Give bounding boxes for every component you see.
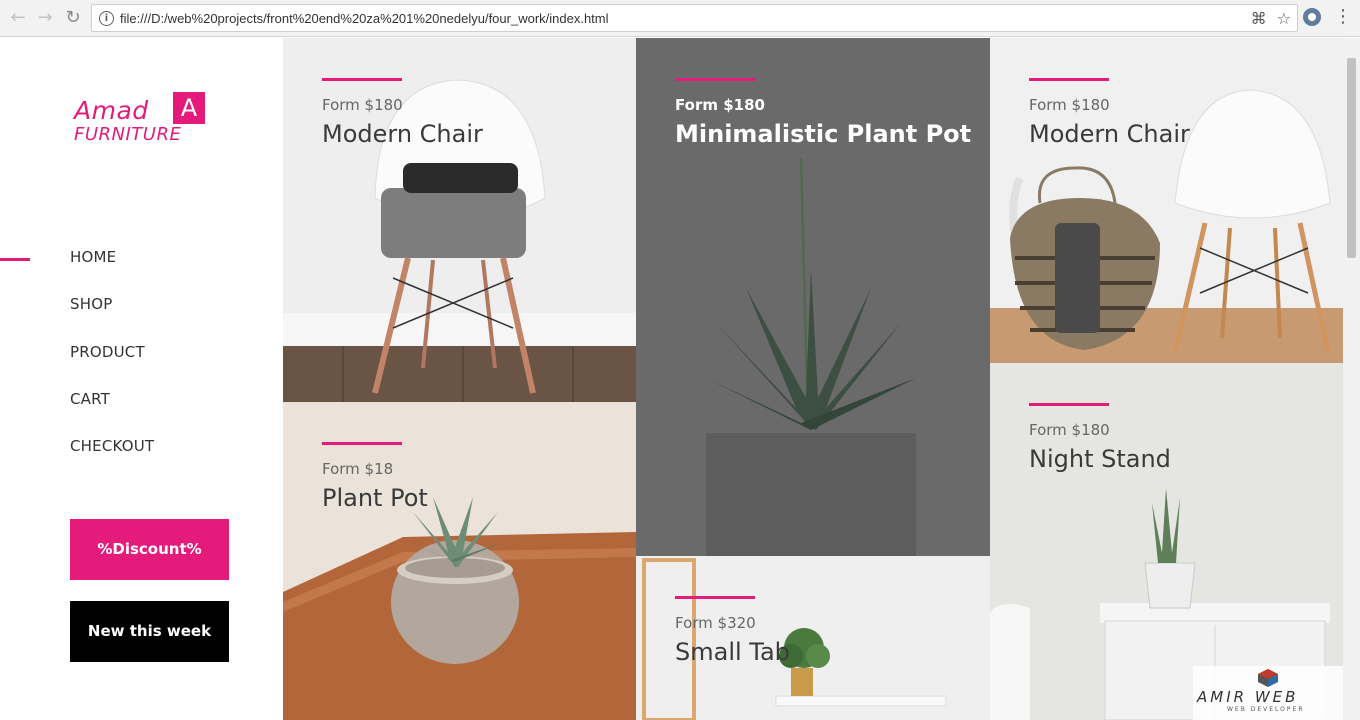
sidebar: Amad A FURNITURE HOME SHOP PRODUCT CART …: [0, 38, 283, 720]
cube-logo-icon: [1258, 669, 1278, 687]
product-price: Form $320: [675, 614, 756, 632]
forward-icon[interactable]: →: [35, 8, 55, 28]
product-tile-minimalistic-plant-pot[interactable]: Form $180 Minimalistic Plant Pot: [636, 38, 990, 556]
vertical-scrollbar[interactable]: [1343, 38, 1360, 720]
accent-rule: [1029, 403, 1109, 406]
product-name: Modern Chair: [1029, 120, 1190, 148]
reload-icon[interactable]: ↻: [63, 8, 83, 28]
product-tile-modern-chair[interactable]: Form $180 Modern Chair: [283, 38, 636, 402]
product-name: Plant Pot: [322, 484, 428, 512]
product-tile-modern-chair-2[interactable]: Form $180 Modern Chair: [990, 38, 1343, 363]
product-name: Minimalistic Plant Pot: [675, 120, 972, 148]
nav-item-cart[interactable]: CART: [70, 390, 154, 437]
product-tile-small-table[interactable]: Form $320 Small Tab: [636, 556, 990, 720]
discount-button[interactable]: %Discount%: [70, 519, 229, 580]
logo-mark: A: [173, 92, 205, 124]
logo-amad: Amad: [74, 96, 149, 125]
watermark-subtitle: WEB DEVELOPER: [1227, 706, 1305, 713]
nav-item-product[interactable]: PRODUCT: [70, 343, 154, 390]
product-price: Form $180: [1029, 421, 1110, 439]
address-bar[interactable]: i file:///D:/web%20projects/front%20end%…: [91, 4, 1298, 32]
product-price: Form $180: [1029, 96, 1110, 114]
accent-rule: [322, 78, 402, 81]
extension-icon[interactable]: [1303, 8, 1321, 26]
accent-rule: [675, 596, 755, 599]
product-price: Form $18: [322, 460, 394, 478]
logo-furniture: FURNITURE: [74, 124, 182, 145]
nav-item-home[interactable]: HOME: [70, 248, 154, 295]
product-name: Small Tab: [675, 638, 790, 666]
product-price: Form $180: [675, 96, 765, 114]
logo[interactable]: Amad A FURNITURE: [74, 90, 214, 150]
accent-rule: [1029, 78, 1109, 81]
accent-rule: [675, 78, 755, 81]
star-icon[interactable]: ☆: [1277, 9, 1291, 28]
url-text[interactable]: file:///D:/web%20projects/front%20end%20…: [120, 11, 609, 26]
nav-active-indicator: [0, 258, 30, 261]
browser-toolbar: ← → ↻ i file:///D:/web%20projects/front%…: [0, 0, 1360, 37]
product-price: Form $180: [322, 96, 403, 114]
translate-icon[interactable]: ⌘: [1251, 9, 1267, 28]
watermark-title: AMIR WEB: [1197, 688, 1299, 706]
back-icon[interactable]: ←: [8, 8, 28, 28]
accent-rule: [322, 442, 402, 445]
scroll-thumb[interactable]: [1347, 58, 1356, 258]
nav-item-shop[interactable]: SHOP: [70, 295, 154, 342]
menu-icon[interactable]: ⋮: [1334, 6, 1352, 27]
info-icon[interactable]: i: [99, 11, 114, 26]
product-name: Modern Chair: [322, 120, 483, 148]
watermark: AMIR WEB WEB DEVELOPER: [1193, 666, 1343, 720]
nav-item-checkout[interactable]: CHECKOUT: [70, 437, 154, 484]
new-this-week-button[interactable]: New this week: [70, 601, 229, 662]
product-tile-plant-pot[interactable]: Form $18 Plant Pot: [283, 402, 636, 720]
product-name: Night Stand: [1029, 445, 1171, 473]
main-nav: HOME SHOP PRODUCT CART CHECKOUT: [70, 248, 154, 484]
